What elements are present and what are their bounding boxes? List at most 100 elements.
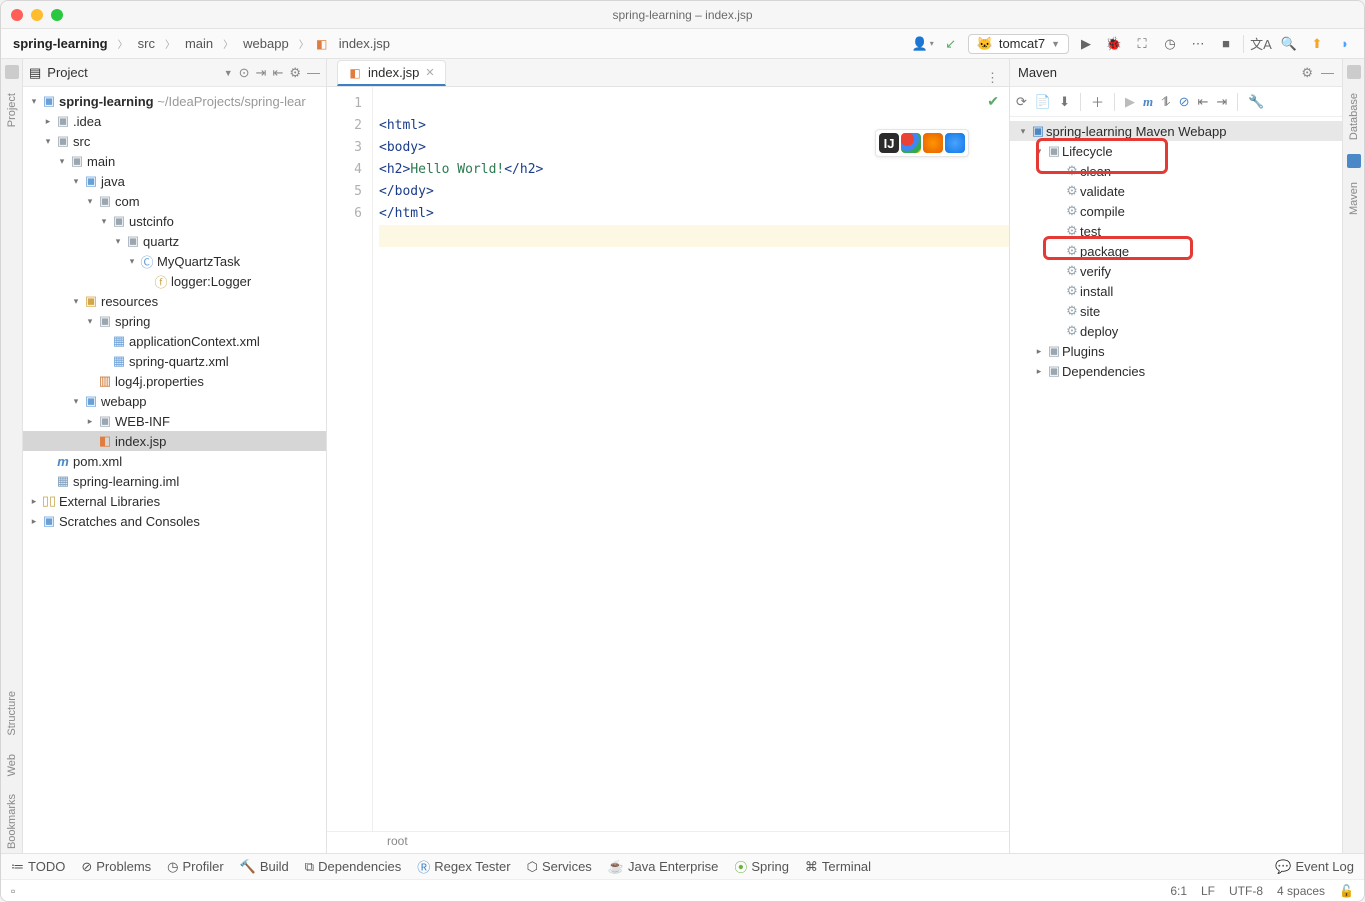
attach-button[interactable]: ⋯ [1187, 33, 1209, 55]
indent[interactable]: 4 spaces [1277, 884, 1325, 898]
builtin-preview-icon[interactable]: IJ [879, 133, 899, 153]
execute-goal-icon[interactable]: m [1143, 94, 1153, 110]
maven-goal-package[interactable]: ⚙package [1010, 241, 1342, 261]
tree-root[interactable]: ▾▣spring-learning ~/IdeaProjects/spring-… [23, 91, 326, 111]
show-settings-icon[interactable]: ⇥ [1216, 94, 1227, 110]
settings-icon[interactable]: ⚙ [289, 65, 301, 81]
vcs-update-icon[interactable]: ↙ [940, 33, 962, 55]
tree-spring-folder[interactable]: ▾▣spring [23, 311, 326, 331]
debug-button[interactable]: 🐞 [1103, 33, 1125, 55]
tool-terminal[interactable]: ⌘Terminal [805, 859, 871, 875]
left-tab-structure[interactable]: Structure [6, 687, 18, 740]
select-opened-icon[interactable]: ⊙ [239, 65, 250, 81]
stop-button[interactable]: ■ [1215, 33, 1237, 55]
tree-scratch[interactable]: ▸▣Scratches and Consoles [23, 511, 326, 531]
cursor-position[interactable]: 6:1 [1170, 884, 1187, 898]
gear-icon[interactable]: ⚙ [1301, 65, 1313, 81]
editor-body[interactable]: 123 456 <html> <body> <h2>Hello World!</… [327, 87, 1009, 831]
maven-goal-install[interactable]: ⚙install [1010, 281, 1342, 301]
tree-log4j[interactable]: ▥log4j.properties [23, 371, 326, 391]
project-tool-icon[interactable] [5, 65, 19, 79]
tree-src[interactable]: ▾▣src [23, 131, 326, 151]
maven-goal-site[interactable]: ⚙site [1010, 301, 1342, 321]
tool-profiler[interactable]: ◷Profiler [167, 859, 224, 875]
lock-icon[interactable]: 🔓 [1339, 884, 1354, 898]
wrench-icon[interactable]: 🔧 [1248, 94, 1264, 110]
tool-build[interactable]: 🔨Build [240, 859, 289, 875]
tree-webapp[interactable]: ▾▣webapp [23, 391, 326, 411]
crumb-1[interactable]: src [134, 34, 159, 53]
search-icon[interactable]: 🔍 [1278, 33, 1300, 55]
tree-indexjsp[interactable]: ◧index.jsp [23, 431, 326, 451]
crumb-2[interactable]: main [181, 34, 217, 53]
safari-icon[interactable] [945, 133, 965, 153]
crumb-4[interactable]: index.jsp [335, 34, 394, 53]
tree-com[interactable]: ▾▣com [23, 191, 326, 211]
tree-idea[interactable]: ▸▣.idea [23, 111, 326, 131]
tree-myquartztask[interactable]: ▾ⒸMyQuartzTask [23, 251, 326, 271]
tree-pom[interactable]: mpom.xml [23, 451, 326, 471]
collapse-all-icon[interactable]: ⇤ [272, 65, 283, 81]
maven-goal-verify[interactable]: ⚙verify [1010, 261, 1342, 281]
add-icon[interactable]: ＋ [1091, 92, 1104, 111]
maven-goal-clean[interactable]: ⚙clean [1010, 161, 1342, 181]
close-button[interactable] [11, 9, 23, 21]
tree-iml[interactable]: ▦spring-learning.iml [23, 471, 326, 491]
project-panel-title[interactable]: Project [47, 65, 217, 80]
tree-webinf[interactable]: ▸▣WEB-INF [23, 411, 326, 431]
tabs-more-icon[interactable]: ⋮ [976, 70, 1009, 86]
reload-icon[interactable]: ⟳ [1016, 94, 1027, 110]
tool-problems[interactable]: ⊘Problems [81, 859, 151, 875]
tab-indexjsp[interactable]: ◧ index.jsp ✕ [337, 60, 446, 86]
tree-java[interactable]: ▾▣java [23, 171, 326, 191]
user-icon[interactable]: 👤 [912, 33, 934, 55]
maven-goal-validate[interactable]: ⚙validate [1010, 181, 1342, 201]
translate-icon[interactable]: 文A [1250, 33, 1272, 55]
maven-tool-icon[interactable] [1347, 154, 1361, 168]
profile-button[interactable]: ◷ [1159, 33, 1181, 55]
updates-icon[interactable]: ⬆ [1306, 33, 1328, 55]
maven-plugins[interactable]: ▸▣Plugins [1010, 341, 1342, 361]
maven-goal-test[interactable]: ⚙test [1010, 221, 1342, 241]
maven-tree[interactable]: ▾▣spring-learning Maven Webapp ▾▣Lifecyc… [1010, 117, 1342, 853]
line-sep[interactable]: LF [1201, 884, 1215, 898]
minimize-button[interactable] [31, 9, 43, 21]
maven-goal-deploy[interactable]: ⚙deploy [1010, 321, 1342, 341]
database-tool-icon[interactable] [1347, 65, 1361, 79]
tool-javaee[interactable]: ☕Java Enterprise [608, 859, 719, 875]
tool-services[interactable]: ⬡Services [527, 859, 592, 875]
tree-main[interactable]: ▾▣main [23, 151, 326, 171]
coverage-button[interactable]: ⛶ [1131, 33, 1153, 55]
maven-lifecycle[interactable]: ▾▣Lifecycle [1010, 141, 1342, 161]
maven-dependencies[interactable]: ▸▣Dependencies [1010, 361, 1342, 381]
ide-icon[interactable]: ◗ [1334, 33, 1356, 55]
tree-resources[interactable]: ▾▣resources [23, 291, 326, 311]
tree-springquartz[interactable]: ▦spring-quartz.xml [23, 351, 326, 371]
tool-eventlog[interactable]: 💬Event Log [1275, 859, 1354, 875]
status-left-icon[interactable]: ▫ [11, 884, 15, 898]
toggle-offline-icon[interactable]: ⥮ [1161, 94, 1170, 110]
close-icon[interactable]: ✕ [425, 66, 434, 79]
tree-ustcinfo[interactable]: ▾▣ustcinfo [23, 211, 326, 231]
tree-logger[interactable]: ⓕlogger:Logger [23, 271, 326, 291]
maven-root[interactable]: ▾▣spring-learning Maven Webapp [1010, 121, 1342, 141]
tool-todo[interactable]: ≔TODO [11, 859, 65, 875]
toggle-skip-tests-icon[interactable]: ⊘ [1179, 94, 1190, 110]
inspection-ok-icon[interactable]: ✔ [987, 93, 999, 110]
expand-all-icon[interactable]: ⇥ [256, 65, 267, 81]
run-button[interactable]: ▶ [1075, 33, 1097, 55]
editor-breadcrumb[interactable]: root [327, 831, 1009, 853]
left-tab-web[interactable]: Web [6, 750, 18, 780]
generate-sources-icon[interactable]: 📄 [1035, 94, 1051, 110]
left-tab-bookmarks[interactable]: Bookmarks [6, 790, 18, 853]
collapse-icon[interactable]: ⇤ [1198, 94, 1209, 110]
hide-icon[interactable]: — [1321, 65, 1334, 81]
tree-appcontext[interactable]: ▦applicationContext.xml [23, 331, 326, 351]
crumb-3[interactable]: webapp [239, 34, 293, 53]
tree-quartz[interactable]: ▾▣quartz [23, 231, 326, 251]
tool-spring[interactable]: ⦿Spring [734, 857, 789, 876]
run-icon[interactable]: ▶ [1125, 94, 1135, 110]
firefox-icon[interactable] [923, 133, 943, 153]
run-config-selector[interactable]: 🐱 tomcat7 ▼ [968, 34, 1069, 54]
maximize-button[interactable] [51, 9, 63, 21]
